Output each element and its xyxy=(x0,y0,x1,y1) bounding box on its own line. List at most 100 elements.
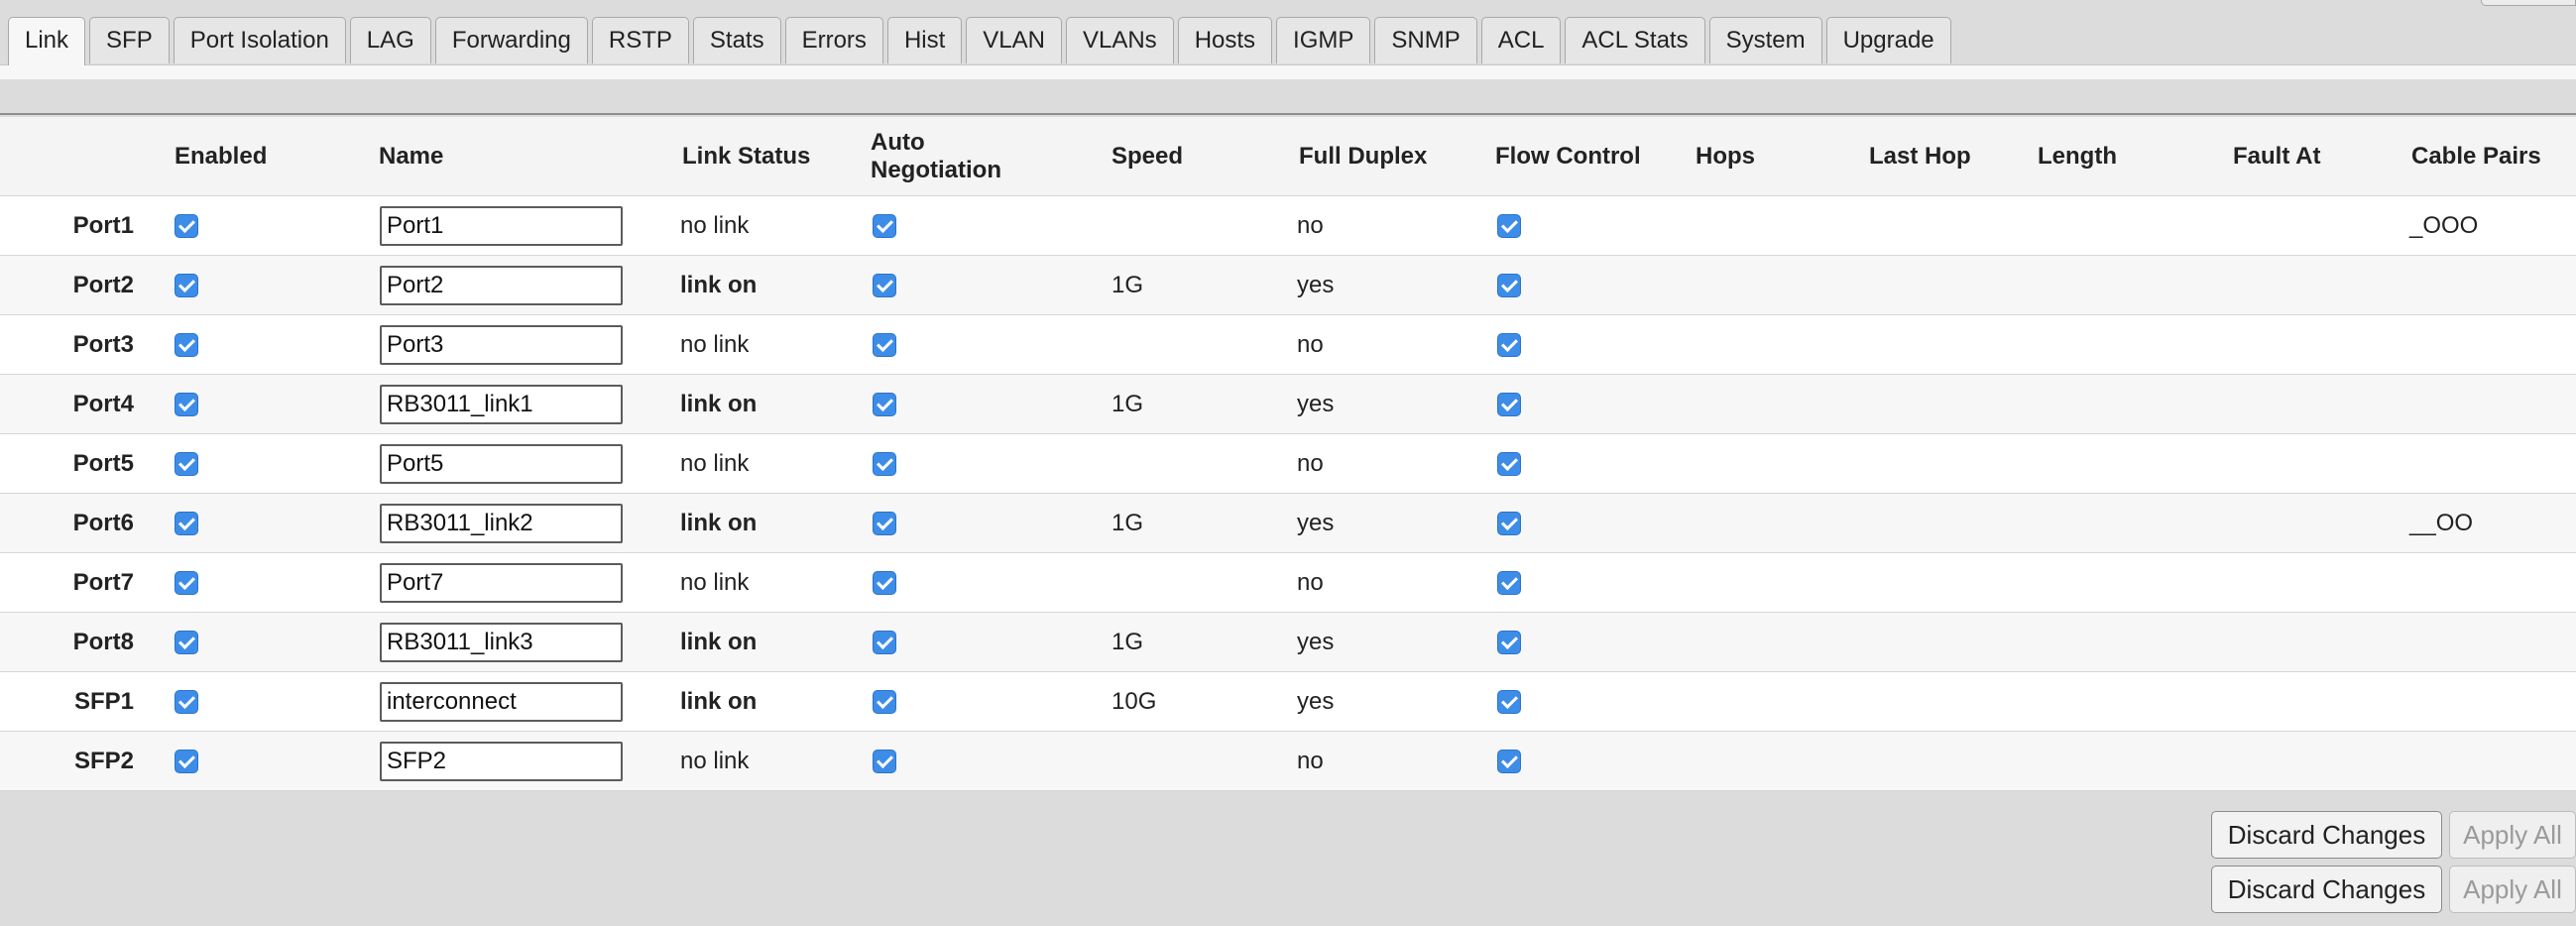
flow-control-checkbox[interactable] xyxy=(1497,274,1521,297)
flow-control-checkbox[interactable] xyxy=(1497,393,1521,416)
top-right-button-edge[interactable] xyxy=(2481,0,2576,6)
tab-hosts[interactable]: Hosts xyxy=(1177,17,1273,63)
tab-vlan[interactable]: VLAN xyxy=(966,17,1062,63)
col-enabled: Enabled xyxy=(175,143,268,170)
flow-control-checkbox[interactable] xyxy=(1497,333,1521,357)
col-last-hop: Last Hop xyxy=(1869,143,1971,170)
link-table: Enabled Name Link Status Auto Negotiatio… xyxy=(0,117,2576,791)
enabled-checkbox[interactable] xyxy=(175,690,198,714)
col-auto-negotiation: Auto Negotiation xyxy=(871,117,1001,196)
speed-value: 1G xyxy=(1112,510,1144,536)
enabled-checkbox[interactable] xyxy=(175,750,198,773)
name-cell xyxy=(380,613,623,672)
port-name-input[interactable] xyxy=(380,444,623,484)
enabled-checkbox[interactable] xyxy=(175,571,198,595)
port-label: Port8 xyxy=(72,629,134,655)
enabled-checkbox[interactable] xyxy=(175,512,198,535)
enabled-cell xyxy=(175,553,198,613)
flow-control-checkbox[interactable] xyxy=(1497,452,1521,476)
tab-system[interactable]: System xyxy=(1708,17,1822,63)
full-duplex-value: yes xyxy=(1297,272,1335,298)
tab-acl-stats[interactable]: ACL Stats xyxy=(1565,17,1705,63)
auto-negotiation-checkbox[interactable] xyxy=(873,274,896,297)
auto-negotiation-checkbox[interactable] xyxy=(873,393,896,416)
flow-control-cell xyxy=(1497,672,1521,732)
tab-port-isolation[interactable]: Port Isolation xyxy=(173,17,346,63)
col-name: Name xyxy=(379,143,444,170)
flow-control-checkbox[interactable] xyxy=(1497,690,1521,714)
enabled-checkbox[interactable] xyxy=(175,214,198,238)
table-row: Port2 link on 1G yes xyxy=(0,256,2576,315)
discard-changes-button-2[interactable]: Discard Changes xyxy=(2211,866,2442,913)
full-duplex-value: yes xyxy=(1297,391,1335,417)
auto-negotiation-cell xyxy=(873,256,896,315)
tab-lag[interactable]: LAG xyxy=(349,17,431,63)
full-duplex-value: no xyxy=(1297,450,1324,477)
name-cell xyxy=(380,434,623,494)
tab-stats[interactable]: Stats xyxy=(692,17,781,63)
enabled-checkbox[interactable] xyxy=(175,333,198,357)
auto-negotiation-checkbox[interactable] xyxy=(873,214,896,238)
flow-control-checkbox[interactable] xyxy=(1497,512,1521,535)
port-name-input[interactable] xyxy=(380,504,623,543)
tab-acl[interactable]: ACL xyxy=(1480,17,1562,63)
port-name-input[interactable] xyxy=(380,325,623,365)
enabled-checkbox[interactable] xyxy=(175,274,198,297)
tab-errors[interactable]: Errors xyxy=(784,17,883,63)
auto-negotiation-checkbox[interactable] xyxy=(873,690,896,714)
table-row: Port6 link on 1G yes __OO xyxy=(0,494,2576,553)
auto-negotiation-checkbox[interactable] xyxy=(873,750,896,773)
enabled-cell xyxy=(175,434,198,494)
col-speed: Speed xyxy=(1112,143,1184,170)
port-name-input[interactable] xyxy=(380,742,623,781)
full-duplex-value: no xyxy=(1297,569,1324,596)
tab-igmp[interactable]: IGMP xyxy=(1276,17,1371,63)
flow-control-checkbox[interactable] xyxy=(1497,750,1521,773)
flow-control-checkbox[interactable] xyxy=(1497,571,1521,595)
flow-control-checkbox[interactable] xyxy=(1497,631,1521,654)
link-status: link on xyxy=(680,272,758,298)
apply-all-button-2[interactable]: Apply All xyxy=(2449,866,2576,913)
full-duplex-value: yes xyxy=(1297,510,1335,536)
tab-link[interactable]: Link xyxy=(8,17,86,65)
tab-sfp[interactable]: SFP xyxy=(89,17,170,63)
flow-control-cell xyxy=(1497,553,1521,613)
enabled-checkbox[interactable] xyxy=(175,452,198,476)
port-name-input[interactable] xyxy=(380,206,623,246)
toolbar-area xyxy=(0,79,2576,115)
flow-control-checkbox[interactable] xyxy=(1497,214,1521,238)
tab-forwarding[interactable]: Forwarding xyxy=(434,17,588,63)
tab-rstp[interactable]: RSTP xyxy=(591,17,689,63)
discard-changes-button[interactable]: Discard Changes xyxy=(2211,811,2442,859)
port-name-input[interactable] xyxy=(380,266,623,305)
tab-vlans[interactable]: VLANs xyxy=(1065,17,1174,63)
auto-negotiation-cell xyxy=(873,553,896,613)
full-duplex-value: yes xyxy=(1297,688,1335,715)
link-status: link on xyxy=(680,510,758,536)
port-name-input[interactable] xyxy=(380,682,623,722)
flow-control-cell xyxy=(1497,375,1521,434)
full-duplex-value: yes xyxy=(1297,629,1335,655)
port-name-input[interactable] xyxy=(380,563,623,603)
name-cell xyxy=(380,256,623,315)
auto-negotiation-checkbox[interactable] xyxy=(873,452,896,476)
tab-snmp[interactable]: SNMP xyxy=(1374,17,1477,63)
name-cell xyxy=(380,315,623,375)
toolbar-strip xyxy=(0,65,2576,79)
tab-upgrade[interactable]: Upgrade xyxy=(1825,17,1951,63)
enabled-checkbox[interactable] xyxy=(175,393,198,416)
auto-negotiation-cell xyxy=(873,434,896,494)
port-name-input[interactable] xyxy=(380,623,623,662)
port-name-input[interactable] xyxy=(380,385,623,424)
table-row: Port8 link on 1G yes xyxy=(0,613,2576,672)
auto-negotiation-checkbox[interactable] xyxy=(873,571,896,595)
auto-negotiation-checkbox[interactable] xyxy=(873,333,896,357)
auto-negotiation-checkbox[interactable] xyxy=(873,512,896,535)
table-row: Port3 no link no xyxy=(0,315,2576,375)
tab-hist[interactable]: Hist xyxy=(886,17,963,63)
apply-all-button[interactable]: Apply All xyxy=(2449,811,2576,859)
enabled-checkbox[interactable] xyxy=(175,631,198,654)
auto-negotiation-checkbox[interactable] xyxy=(873,631,896,654)
name-cell xyxy=(380,732,623,791)
auto-negotiation-cell xyxy=(873,672,896,732)
